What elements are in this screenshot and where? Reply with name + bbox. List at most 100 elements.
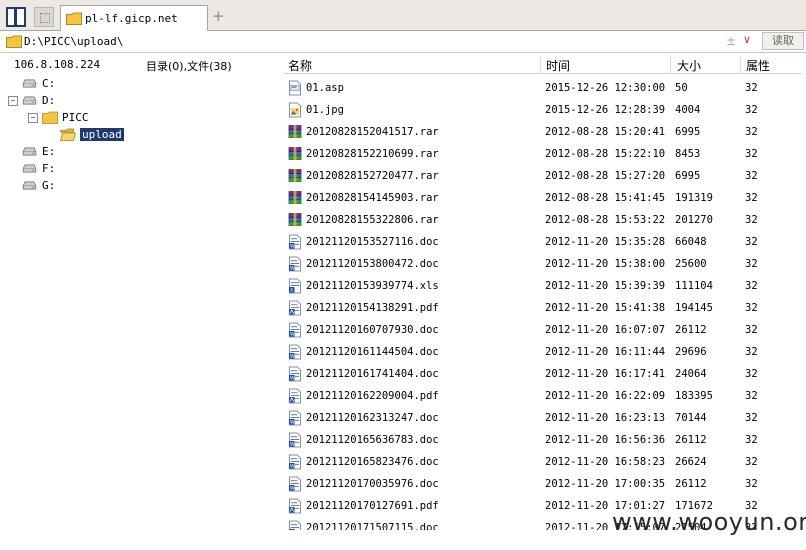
drive-icon — [22, 147, 37, 156]
tree-item[interactable]: E: — [0, 144, 280, 160]
plus-minus-icon[interactable]: ± — [726, 34, 736, 48]
svg-text:W: W — [290, 244, 295, 250]
drive-icon — [22, 79, 37, 88]
pdf-file-icon — [288, 300, 301, 316]
tab-site[interactable]: pl-lf.gicp.net — [60, 5, 208, 31]
file-time: 2015-12-26 12:30:00 — [545, 82, 666, 94]
tree-item-label: F: — [42, 162, 56, 175]
file-attr: 32 — [745, 456, 758, 468]
column-header-size[interactable]: 大小 — [677, 57, 701, 74]
doc-file-icon: W — [288, 344, 301, 360]
file-row[interactable]: 20121120154138291.pdf 2012-11-20 15:41:38… — [284, 298, 802, 320]
tree-item[interactable]: C: — [0, 76, 280, 92]
file-size: 70144 — [675, 412, 707, 424]
folder-open-icon — [60, 128, 76, 141]
column-divider[interactable] — [540, 55, 541, 73]
collapse-toggle-icon[interactable]: − — [8, 96, 18, 106]
doc-file-icon: W — [288, 256, 301, 272]
rar-file-icon — [288, 213, 302, 227]
file-row[interactable]: 20120828152210699.rar 2012-08-28 15:22:10… — [284, 144, 802, 166]
file-time: 2012-08-28 15:53:22 — [545, 214, 666, 226]
file-row[interactable]: W 20121120153800472.doc 2012-11-20 15:38:0… — [284, 254, 802, 276]
doc-file-icon: W — [288, 366, 301, 382]
file-size: 191319 — [675, 192, 713, 204]
file-size: 24064 — [675, 368, 707, 380]
file-attr: 32 — [745, 434, 758, 446]
doc-file-icon: W — [288, 520, 301, 530]
doc-file-icon: W — [288, 454, 301, 470]
tree-item[interactable]: upload — [0, 127, 280, 143]
file-attr: 32 — [745, 324, 758, 336]
file-name: 01.asp — [306, 82, 344, 94]
file-row[interactable]: W 20121120160707930.doc 2012-11-20 16:07:0… — [284, 320, 802, 342]
file-time: 2012-11-20 15:38:00 — [545, 258, 666, 270]
file-row[interactable]: 20120828152041517.rar 2012-08-28 15:20:41… — [284, 122, 802, 144]
tree-item[interactable]: F: — [0, 161, 280, 177]
svg-text:W: W — [290, 486, 295, 492]
toggle-panel-icon[interactable] — [6, 7, 26, 27]
file-row[interactable]: W 20121120165636783.doc 2012-11-20 16:56:3… — [284, 430, 802, 452]
rar-file-icon — [288, 125, 302, 139]
column-divider[interactable] — [670, 55, 671, 73]
file-size: 111104 — [675, 280, 713, 292]
tree-item[interactable]: − D: — [0, 93, 280, 109]
file-time: 2012-08-28 15:22:10 — [545, 148, 666, 160]
doc-file-icon: W — [288, 322, 301, 338]
file-attr: 32 — [745, 390, 758, 402]
file-attr: 32 — [745, 236, 758, 248]
file-row[interactable]: 01.jpg 2015-12-26 12:28:39 4004 32 — [284, 100, 802, 122]
file-row[interactable]: 01.asp 2015-12-26 12:30:00 50 32 — [284, 78, 802, 100]
file-row[interactable]: 20121120162209004.pdf 2012-11-20 16:22:09… — [284, 386, 802, 408]
column-divider[interactable] — [740, 55, 741, 73]
file-row[interactable]: X 20121120153939774.xls 2012-11-20 15:39:3… — [284, 276, 802, 298]
file-size: 183395 — [675, 390, 713, 402]
file-time: 2012-11-20 16:56:36 — [545, 434, 666, 446]
file-attr: 32 — [745, 346, 758, 358]
file-row[interactable]: W 20121120161741404.doc 2012-11-20 16:17:4… — [284, 364, 802, 386]
file-name: 20120828152210699.rar — [306, 148, 439, 160]
file-size: 26624 — [675, 456, 707, 468]
read-button[interactable]: 读取 — [762, 32, 804, 50]
file-row[interactable]: W 20121120165823476.doc 2012-11-20 16:58:2… — [284, 452, 802, 474]
file-row[interactable]: 20120828152720477.rar 2012-08-28 15:27:20… — [284, 166, 802, 188]
svg-text:W: W — [290, 266, 295, 272]
column-header-attr[interactable]: 属性 — [746, 57, 770, 74]
xls-file-icon: X — [288, 278, 301, 294]
file-size: 66048 — [675, 236, 707, 248]
file-row[interactable]: W 20121120153527116.doc 2012-11-20 15:35:2… — [284, 232, 802, 254]
path-input[interactable] — [24, 33, 724, 49]
file-row[interactable]: 20120828154145903.rar 2012-08-28 15:41:45… — [284, 188, 802, 210]
file-name: 20121120165823476.doc — [306, 456, 439, 468]
file-time: 2012-11-20 17:00:35 — [545, 478, 666, 490]
file-size: 6995 — [675, 126, 701, 138]
folder-icon — [6, 35, 22, 48]
file-attr: 32 — [745, 412, 758, 424]
file-time: 2012-11-20 16:07:07 — [545, 324, 666, 336]
file-name: 20121120162209004.pdf — [306, 390, 439, 402]
file-attr: 32 — [745, 280, 758, 292]
file-row[interactable]: 20120828155322806.rar 2012-08-28 15:53:22… — [284, 210, 802, 232]
add-tab-button[interactable]: + — [212, 7, 225, 25]
chevron-down-icon[interactable]: ∨ — [743, 33, 751, 46]
file-row[interactable]: W 20121120170035976.doc 2012-11-20 17:00:3… — [284, 474, 802, 496]
watermark: www.wooyun.org — [612, 508, 806, 536]
tree-item-label: D: — [42, 94, 56, 107]
column-header-time[interactable]: 时间 — [546, 57, 570, 74]
file-size: 26112 — [675, 324, 707, 336]
new-window-icon[interactable] — [34, 7, 54, 27]
file-attr: 32 — [745, 478, 758, 490]
file-size: 50 — [675, 82, 688, 94]
tree-item[interactable]: G: — [0, 178, 280, 194]
file-row[interactable]: W 20121120162313247.doc 2012-11-20 16:23:1… — [284, 408, 802, 430]
column-header-name[interactable]: 名称 — [288, 57, 312, 74]
tree-item[interactable]: − PICC — [0, 110, 280, 126]
file-row[interactable]: W 20121120161144504.doc 2012-11-20 16:11:4… — [284, 342, 802, 364]
rar-file-icon — [288, 169, 302, 183]
file-name: 20121120161144504.doc — [306, 346, 439, 358]
svg-text:W: W — [290, 420, 295, 426]
collapse-toggle-icon[interactable]: − — [28, 113, 38, 123]
asp-file-icon — [289, 80, 301, 96]
pdf-file-icon — [288, 498, 301, 514]
file-size: 25600 — [675, 258, 707, 270]
file-time: 2012-08-28 15:41:45 — [545, 192, 666, 204]
